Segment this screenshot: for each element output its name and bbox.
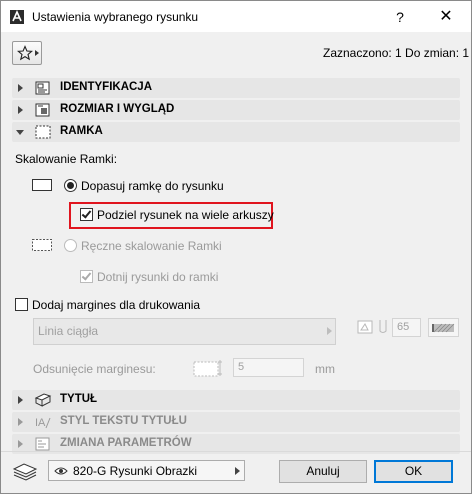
manual-scaling-label: Ręczne skalowanie Ramki [81,239,222,253]
fit-frame-icon [32,179,52,191]
section-label: ROZMIAR I WYGLĄD [60,103,175,115]
layers-icon [12,463,38,481]
checkmark-icon [81,270,92,281]
fill-pattern-button[interactable] [428,318,459,337]
split-drawing-label: Podziel rysunek na wiele arkuszy [97,208,274,222]
fit-frame-radio[interactable] [64,179,77,192]
favorites-button[interactable] [12,41,42,65]
manual-scaling-radio[interactable] [64,239,77,252]
clip-drawing-checkbox[interactable] [80,270,93,283]
line-type-select[interactable]: Linia ciągła [33,318,336,345]
collapse-arrow-icon [16,130,24,135]
pen-icon [357,320,373,334]
print-margins-label: Dodaj margines dla drukowania [32,298,201,312]
fit-frame-label: Dopasuj ramkę do rysunku [81,179,224,193]
selection-status: Zaznaczono: 1 Do zmian: 1 [323,46,470,60]
settings-dialog: Ustawienia wybranego rysunku ? ✕ Zaznacz… [0,0,472,494]
section-title-text-style[interactable]: IA STYL TEKSTU TYTUŁU [12,412,460,432]
close-button[interactable]: ✕ [431,5,461,29]
expand-arrow-icon [18,84,23,92]
ok-button[interactable]: OK [374,460,453,483]
expand-arrow-icon [18,106,23,114]
section-title[interactable]: TYTUŁ [12,390,460,410]
checkmark-icon [81,208,92,219]
pen-thickness-icon [379,320,387,333]
footer-separator [1,451,471,452]
title-bar: Ustawienia wybranego rysunku ? ✕ [1,1,471,32]
line-type-value: Linia ciągła [38,324,99,338]
svg-text:IA: IA [35,417,46,429]
fill-pattern-icon [432,323,455,333]
text-style-icon: IA [35,417,51,429]
frame-icon [35,125,51,139]
cancel-button[interactable]: Anuluj [279,460,367,483]
dropdown-arrow-icon [235,467,240,475]
archicad-app-icon [10,10,24,24]
section-size-appearance[interactable]: ROZMIAR I WYGLĄD [12,100,460,120]
section-label: STYL TEKSTU TYTUŁU [60,415,187,427]
manual-scaling-icon [32,239,52,251]
star-icon [17,45,33,61]
layer-select[interactable]: 820-G Rysunki Obrazki [48,460,245,481]
section-label: RAMKA [60,125,103,137]
split-drawing-checkbox[interactable] [80,208,93,221]
section-label: TYTUŁ [60,393,98,405]
margin-offset-icon [193,360,222,377]
section-frame[interactable]: RAMKA [12,122,460,142]
section-label: ZMIANA PARAMETRÓW [60,437,192,449]
offset-margin-field[interactable]: 5 [233,358,304,377]
section-identification[interactable]: IDENTYFIKACJA [12,78,460,98]
size-appearance-icon [35,103,50,117]
section-label: IDENTYFIKACJA [60,81,153,93]
parameter-change-icon [35,437,50,451]
pen-number-field[interactable]: 65 [392,318,421,337]
dropdown-arrow-icon [327,327,332,335]
favorites-arrow-icon [35,50,39,56]
offset-unit-label: mm [315,362,335,376]
print-margins-checkbox[interactable] [15,298,28,311]
expand-arrow-icon [18,418,23,426]
title-icon [34,393,52,407]
layer-value: 820-G Rysunki Obrazki [73,464,198,478]
clip-drawing-label: Dotnij rysunki do ramki [97,270,219,284]
help-button[interactable]: ? [385,5,415,29]
offset-margin-label: Odsunięcie marginesu: [33,362,156,376]
dialog-title: Ustawienia wybranego rysunku [32,10,199,24]
expand-arrow-icon [18,440,23,448]
expand-arrow-icon [18,396,23,404]
identification-icon [35,81,50,95]
eye-icon [54,467,68,475]
frame-scaling-label: Skalowanie Ramki: [15,152,118,166]
